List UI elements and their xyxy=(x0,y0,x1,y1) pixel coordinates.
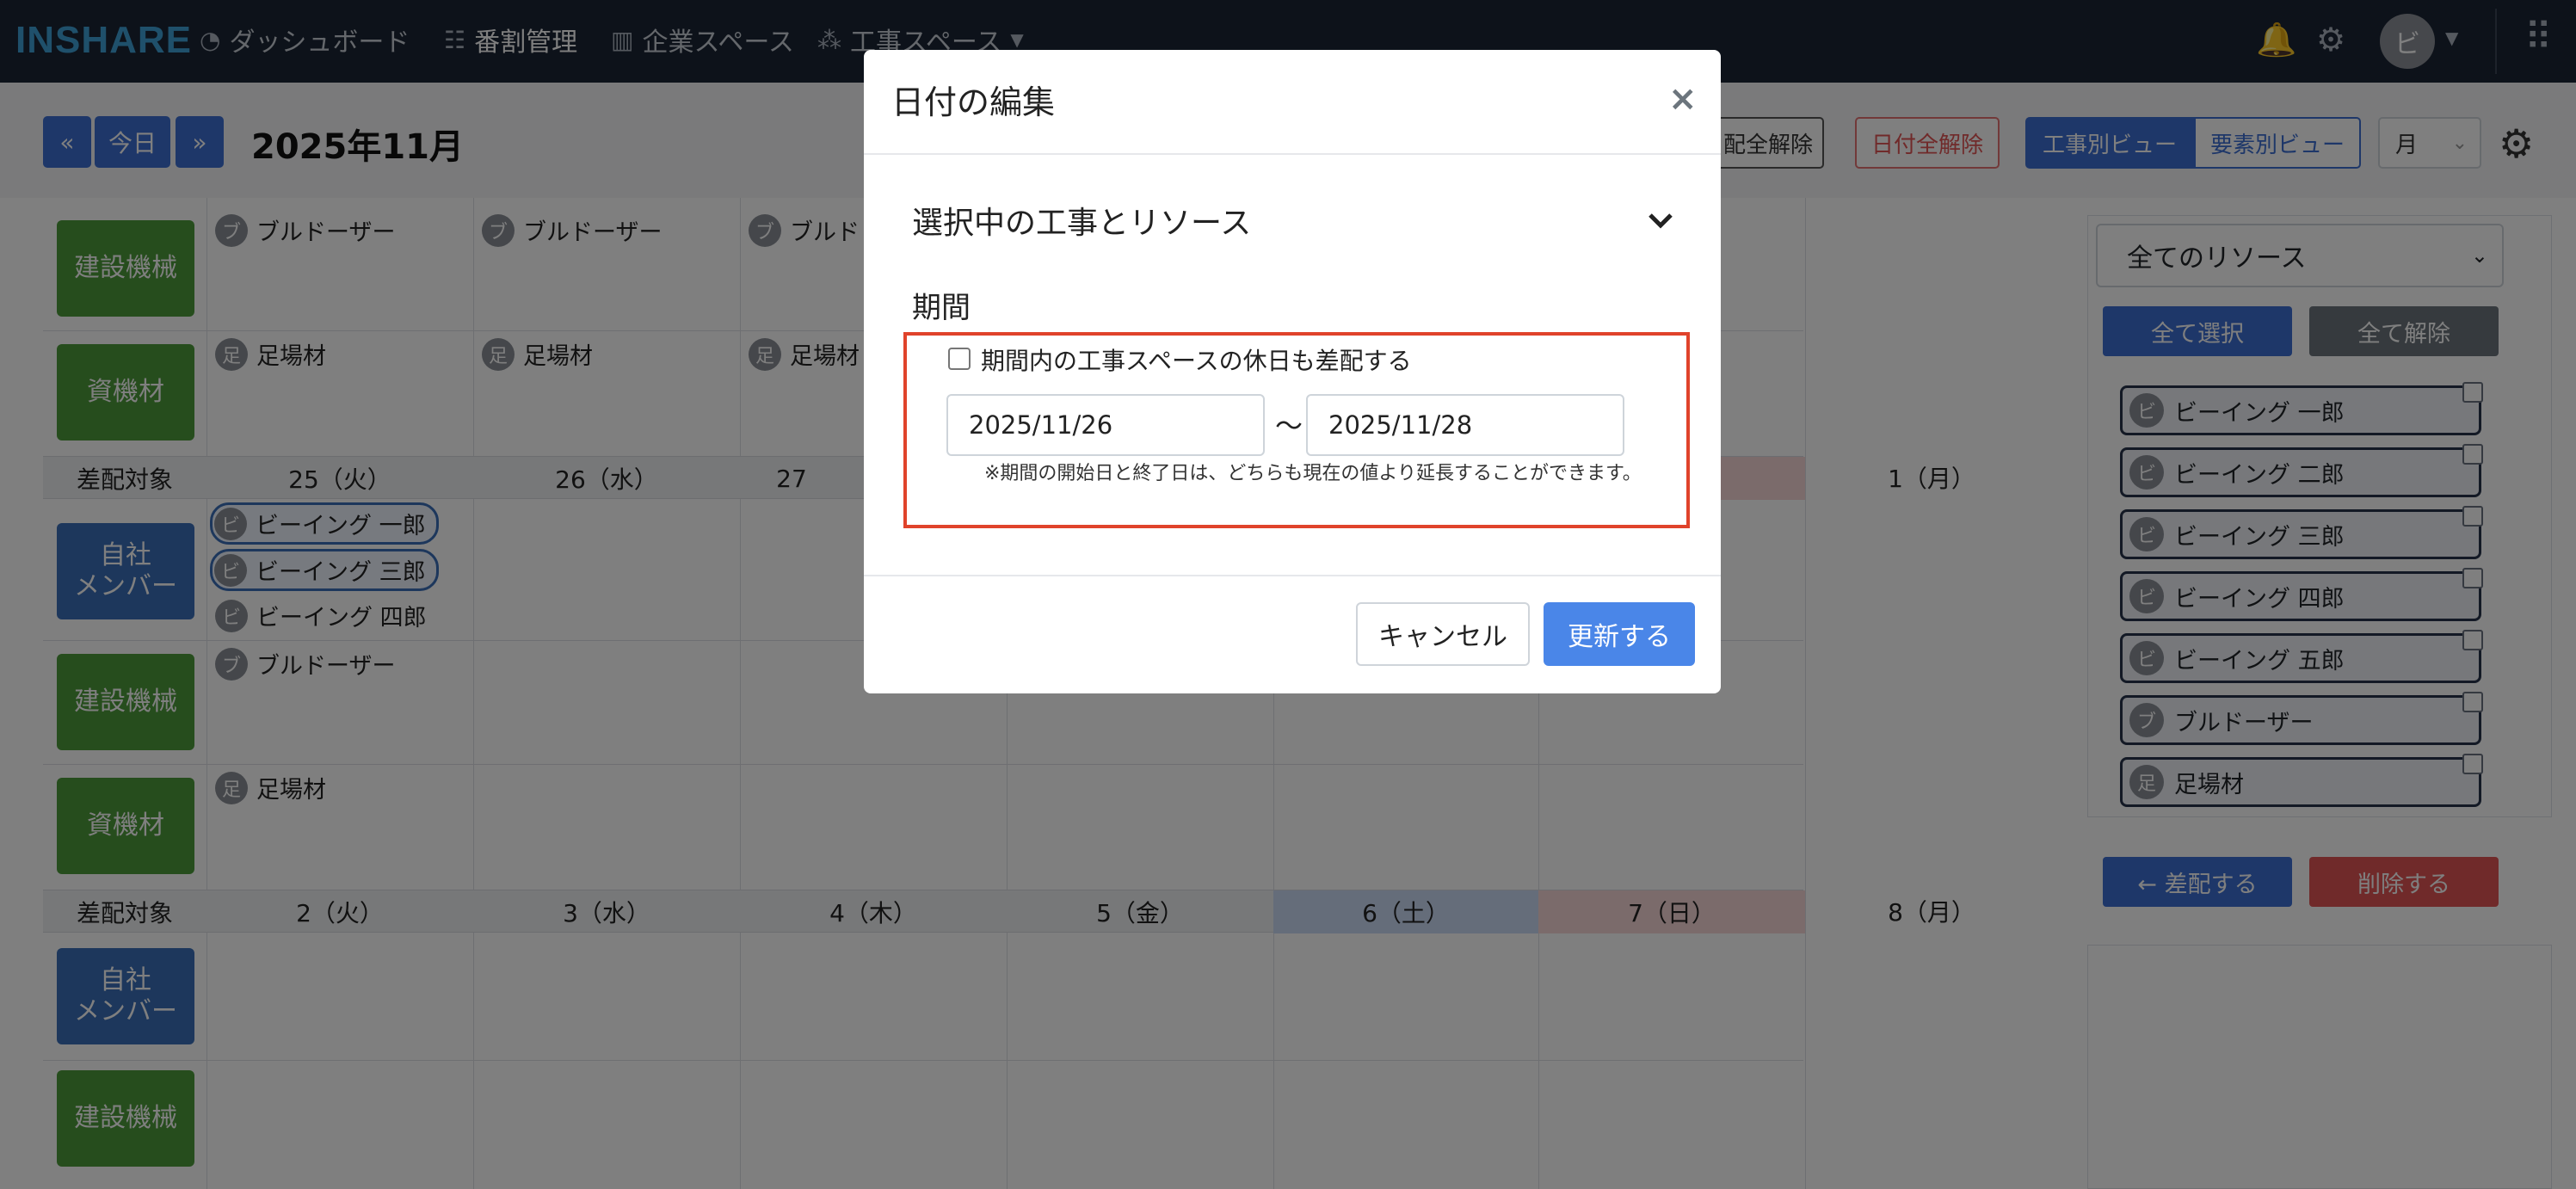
chevron-down-icon[interactable] xyxy=(1645,205,1676,243)
cancel-button[interactable]: キャンセル xyxy=(1356,602,1530,666)
start-date-input[interactable]: 2025/11/26 xyxy=(946,394,1265,456)
holiday-checkbox-label[interactable]: 期間内の工事スペースの休日も差配する xyxy=(981,342,1412,377)
modal-title: 日付の編集 xyxy=(891,83,1056,121)
edit-date-modal: 日付の編集 × 選択中の工事とリソース 期間 期間内の工事スペースの休日も差配す… xyxy=(864,50,1721,693)
date-range-separator: 〜 xyxy=(1275,410,1303,442)
holiday-checkbox[interactable] xyxy=(948,348,971,370)
close-icon[interactable]: × xyxy=(1668,79,1698,119)
modal-divider xyxy=(864,153,1721,155)
period-label: 期間 xyxy=(912,291,971,325)
modal-divider xyxy=(864,575,1721,576)
end-date-input[interactable]: 2025/11/28 xyxy=(1306,394,1624,456)
update-button[interactable]: 更新する xyxy=(1544,602,1695,666)
period-note: ※期間の開始日と終了日は、どちらも現在の値より延長することができます。 xyxy=(984,463,1642,484)
selected-section-title[interactable]: 選択中の工事とリソース xyxy=(912,198,1251,243)
